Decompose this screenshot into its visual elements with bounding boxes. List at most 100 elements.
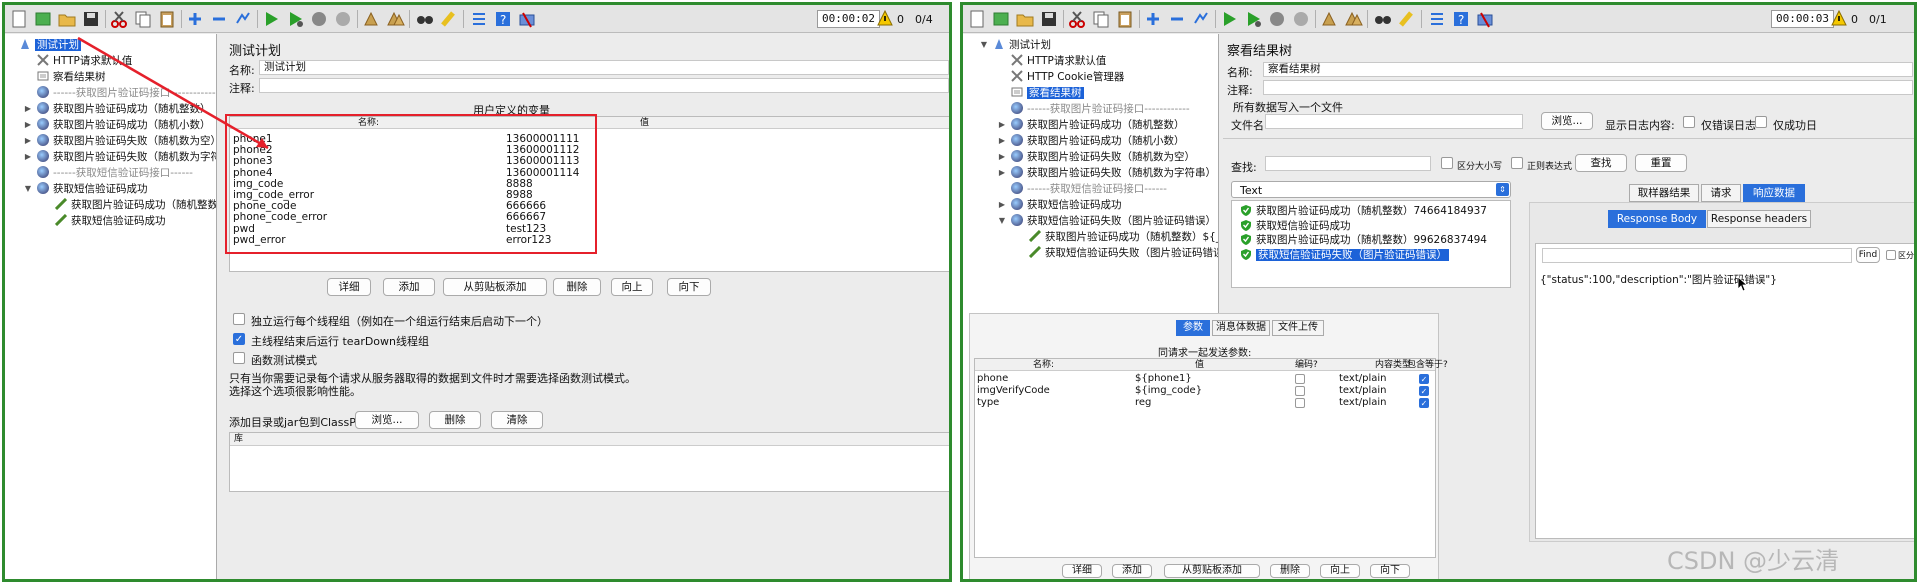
request-table-button[interactable]: 向下	[1370, 564, 1410, 578]
copy-icon[interactable]	[133, 9, 153, 29]
tree-node[interactable]: 测试计划	[19, 37, 81, 53]
sampler-result-item[interactable]: 获取短信验证码成功	[1240, 219, 1351, 233]
param-encode-checkbox[interactable]	[1295, 386, 1305, 396]
help-icon[interactable]: ?	[1451, 9, 1471, 29]
chevron-down-icon[interactable]: ⇕	[1496, 183, 1509, 196]
tree-node[interactable]: 获取短信验证码成功	[54, 213, 166, 229]
tree-toggle[interactable]: ▼	[997, 216, 1007, 225]
name-field[interactable]: 测试计划	[259, 60, 949, 75]
toggle-icon[interactable]	[1191, 9, 1211, 29]
tree-node[interactable]: HTTP请求默认值	[37, 53, 132, 69]
tree-node[interactable]: 获取图片验证码成功（随机整数）${__Ra	[1028, 229, 1218, 245]
param-include-equals-checkbox[interactable]: ✓	[1419, 398, 1429, 408]
tree-toggle[interactable]: ▶	[997, 120, 1007, 129]
comment-field[interactable]	[1263, 80, 1913, 95]
function-helper-icon[interactable]	[469, 9, 489, 29]
renderer-select[interactable]: Text ⇕	[1231, 181, 1511, 198]
tree-node[interactable]: 获取图片验证码失败（随机数为空）	[37, 133, 216, 149]
teardown-checkbox[interactable]: ✓	[233, 333, 245, 345]
find-button[interactable]: 查找	[1575, 154, 1627, 172]
functional-mode-checkbox[interactable]	[233, 352, 245, 364]
stop-icon[interactable]	[1267, 9, 1287, 29]
param-name[interactable]: imgVerifyCode	[977, 385, 1050, 397]
request-table-button[interactable]: 从剪贴板添加	[1164, 564, 1260, 578]
start-no-pause-icon[interactable]	[285, 9, 305, 29]
start-no-pause-icon[interactable]	[1243, 9, 1263, 29]
param-encode-checkbox[interactable]	[1295, 374, 1305, 384]
tree-node[interactable]: HTTP Cookie管理器	[1011, 69, 1124, 85]
tree-node[interactable]: 获取图片验证码失败（随机数为字符串）	[37, 149, 216, 165]
start-icon[interactable]	[1219, 9, 1239, 29]
param-value[interactable]: ${phone1}	[1135, 373, 1192, 385]
response-case-checkbox[interactable]	[1886, 250, 1896, 260]
tree-node[interactable]: ------获取短信验证码接口------	[37, 165, 193, 181]
remote-icon[interactable]	[517, 9, 537, 29]
run-groups-sequentially-checkbox[interactable]	[233, 313, 245, 325]
request-tab[interactable]: 参数	[1176, 320, 1210, 336]
tree-node[interactable]: 察看结果树	[37, 69, 106, 85]
request-table-button[interactable]: 详细	[1062, 564, 1102, 578]
copy-icon[interactable]	[1091, 9, 1111, 29]
tree-node[interactable]: ------获取短信验证码接口------	[1011, 181, 1167, 197]
param-content-type[interactable]: text/plain	[1339, 373, 1386, 385]
result-tab[interactable]: 取样器结果	[1629, 184, 1699, 202]
param-content-type[interactable]: text/plain	[1339, 385, 1386, 397]
classpath-clear-button[interactable]: 清除	[491, 411, 543, 429]
clear-icon[interactable]	[1319, 9, 1339, 29]
paste-icon[interactable]	[157, 9, 177, 29]
param-include-equals-checkbox[interactable]: ✓	[1419, 374, 1429, 384]
collapse-icon[interactable]	[1167, 9, 1187, 29]
paste-icon[interactable]	[1115, 9, 1135, 29]
clear-all-icon[interactable]	[1343, 9, 1363, 29]
tree-node[interactable]: 获取图片验证码成功（随机整数）	[1011, 117, 1185, 133]
expand-icon[interactable]	[185, 9, 205, 29]
tree-toggle[interactable]: ▶	[997, 152, 1007, 161]
sampler-result-item[interactable]: 获取图片验证码成功（随机整数）99626837494	[1240, 233, 1487, 247]
tree-node[interactable]: 获取图片验证码成功（随机小数）	[1011, 133, 1185, 149]
reset-search-icon[interactable]	[439, 9, 459, 29]
function-helper-icon[interactable]	[1427, 9, 1447, 29]
request-table-button[interactable]: 添加	[1112, 564, 1152, 578]
request-table-button[interactable]: 删除	[1270, 564, 1310, 578]
new-icon[interactable]	[967, 9, 987, 29]
tree-toggle[interactable]: ▶	[997, 136, 1007, 145]
sampler-result-item[interactable]: 获取图片验证码成功（随机整数）74664184937	[1240, 204, 1487, 218]
tree-node[interactable]: 获取短信验证码失败（图片验证码错误）	[1028, 245, 1218, 261]
search-icon[interactable]	[1373, 9, 1393, 29]
search-field[interactable]	[1265, 156, 1431, 171]
shutdown-icon[interactable]	[333, 9, 353, 29]
templates-icon[interactable]	[991, 9, 1011, 29]
classpath-browse-button[interactable]: 浏览...	[355, 411, 419, 429]
collapse-icon[interactable]	[209, 9, 229, 29]
table-action-button[interactable]: 向下	[667, 278, 711, 296]
param-include-equals-checkbox[interactable]: ✓	[1419, 386, 1429, 396]
expand-icon[interactable]	[1143, 9, 1163, 29]
shutdown-icon[interactable]	[1291, 9, 1311, 29]
param-encode-checkbox[interactable]	[1295, 398, 1305, 408]
open-icon[interactable]	[1015, 9, 1035, 29]
name-field[interactable]: 察看结果树	[1263, 62, 1913, 77]
new-icon[interactable]	[9, 9, 29, 29]
errors-only-checkbox[interactable]	[1683, 116, 1695, 128]
table-action-button[interactable]: 向上	[611, 278, 653, 296]
tree-node[interactable]: 测试计划	[993, 37, 1051, 53]
response-search-field[interactable]	[1542, 248, 1852, 263]
response-tab[interactable]: Response headers	[1707, 210, 1811, 228]
tree-toggle[interactable]: ▶	[23, 120, 33, 129]
result-tab[interactable]: 响应数据	[1743, 184, 1805, 202]
tree-node[interactable]: 获取图片验证码成功（随机小数）	[37, 117, 211, 133]
help-icon[interactable]: ?	[493, 9, 513, 29]
tree-toggle[interactable]: ▶	[997, 168, 1007, 177]
case-sensitive-checkbox[interactable]	[1441, 157, 1453, 169]
success-only-checkbox[interactable]	[1755, 116, 1767, 128]
tree-node[interactable]: 获取图片验证码失败（随机数为空）	[1011, 149, 1195, 165]
templates-icon[interactable]	[33, 9, 53, 29]
clear-all-icon[interactable]	[385, 9, 405, 29]
result-tab[interactable]: 请求	[1701, 184, 1741, 202]
param-value[interactable]: reg	[1135, 397, 1151, 409]
tree-node[interactable]: 获取短信验证码成功	[37, 181, 148, 197]
table-action-button[interactable]: 添加	[383, 278, 435, 296]
table-action-button[interactable]: 详细	[327, 278, 371, 296]
browse-button[interactable]: 浏览...	[1541, 112, 1593, 130]
tree-node[interactable]: 获取图片验证码成功（随机整数）	[37, 101, 211, 117]
